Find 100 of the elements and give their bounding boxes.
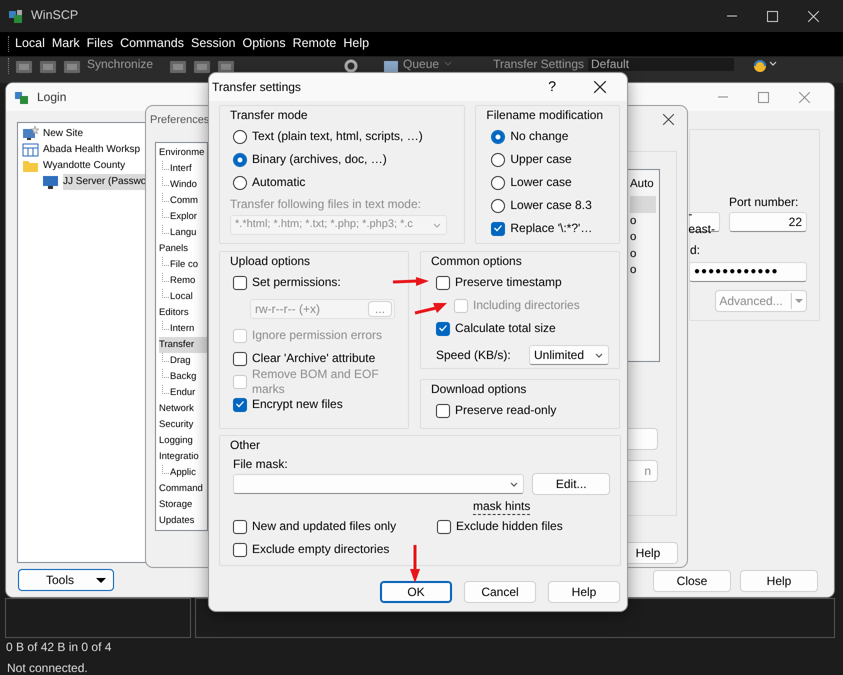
check-icon (494, 225, 502, 232)
group-title: Common options (431, 253, 522, 270)
tree-item[interactable]: Local (170, 289, 193, 305)
window-title: Preferences (150, 114, 210, 128)
tree-item[interactable]: Backg (170, 369, 196, 385)
checkbox[interactable] (233, 520, 247, 534)
tree-item[interactable]: Interf (170, 161, 192, 177)
status-text: 0 B of 42 B in 0 of 4 (6, 640, 112, 655)
tree-line-icon (162, 273, 169, 282)
menu-item[interactable]: Session (191, 36, 236, 52)
tree-item[interactable]: Security (159, 417, 207, 433)
radio-label: Upper case (510, 152, 572, 167)
tree-item[interactable]: Endur (170, 385, 196, 401)
tree-item[interactable]: Langu (170, 225, 196, 241)
file-mask-dropdown[interactable] (233, 474, 524, 494)
checkbox[interactable] (491, 222, 506, 236)
help-button[interactable]: ? (548, 78, 556, 96)
tree-line-icon (162, 193, 169, 202)
checkbox[interactable] (436, 404, 450, 418)
tree-item[interactable]: Intern (170, 321, 194, 337)
tree-item[interactable]: Applic (170, 465, 196, 481)
dialog-button[interactable]: Help (548, 581, 620, 603)
checkbox[interactable] (436, 322, 450, 336)
host-field[interactable]: -east- (689, 212, 720, 232)
caret-icon (790, 293, 803, 309)
tree-item[interactable]: Remo (170, 273, 196, 289)
list-row[interactable]: o (630, 229, 656, 246)
tree-item[interactable]: Editors (159, 305, 207, 321)
tree-item[interactable]: Explor (170, 209, 197, 225)
close-icon[interactable] (663, 114, 674, 125)
checkbox[interactable] (233, 352, 247, 366)
check-icon (236, 401, 244, 408)
tree-item[interactable]: Integratio (159, 449, 207, 465)
preset-dropdown[interactable]: Default (588, 58, 734, 71)
tree-item[interactable]: Updates (159, 513, 207, 529)
dialog-button[interactable]: Help (740, 570, 818, 592)
checkbox-label: Exclude hidden files (456, 519, 563, 534)
tree-item[interactable]: Environme (159, 145, 207, 161)
password-field[interactable]: ●●●●●●●●●●●● (689, 262, 807, 282)
tree-item[interactable]: Network (159, 401, 207, 417)
checkbox[interactable] (436, 276, 450, 290)
tree-item[interactable]: Logging (159, 433, 207, 449)
menu-item[interactable]: Remote (292, 36, 336, 52)
tree-item[interactable]: Wyandotte County (43, 158, 126, 174)
radio-button[interactable] (491, 152, 506, 166)
radio-button[interactable] (491, 176, 506, 190)
checkbox[interactable] (233, 398, 247, 412)
mask-hints-link[interactable]: mask hints (473, 499, 530, 515)
port-field[interactable]: 22 (729, 212, 807, 232)
group-title: Upload options (230, 253, 310, 270)
close-icon[interactable] (594, 81, 606, 93)
checkbox[interactable] (233, 276, 247, 290)
dialog-button[interactable]: Close (653, 570, 731, 592)
tree-item[interactable]: Comm (170, 193, 198, 209)
radio-button[interactable] (233, 176, 247, 190)
checkbox-label: Calculate total size (455, 321, 556, 336)
menu-item[interactable]: Local (15, 36, 45, 52)
radio-button[interactable] (233, 130, 247, 144)
list-row[interactable]: o (630, 262, 656, 278)
tree-item[interactable]: New Site (43, 126, 84, 142)
tools-button[interactable]: Tools (18, 569, 114, 591)
checkbox[interactable] (233, 542, 247, 556)
maximize-icon[interactable] (767, 10, 778, 22)
tree-item[interactable]: Command (159, 481, 207, 497)
group-title: Download options (431, 381, 526, 398)
window-title: Transfer settings (212, 80, 301, 94)
tree-item[interactable]: Panels (159, 241, 207, 257)
tree-item[interactable]: File co (170, 257, 198, 273)
tree-item[interactable]: JJ Server (Passwo (63, 174, 146, 190)
list-row[interactable]: o (630, 212, 656, 229)
tree-item[interactable]: Transfer (159, 337, 207, 353)
refresh-icon[interactable] (752, 58, 768, 74)
gear-icon[interactable] (343, 58, 360, 74)
dialog-button[interactable]: OK (380, 581, 452, 603)
menu-item[interactable]: Commands (120, 36, 184, 52)
tree-item[interactable]: Drag (170, 353, 191, 369)
tree-item[interactable]: Storage (159, 497, 207, 513)
toolbar-button[interactable]: Queue (403, 58, 440, 71)
toolbar-label: Transfer Settings (493, 58, 584, 71)
speed-dropdown[interactable]: Unlimited (529, 345, 609, 365)
radio-button[interactable] (491, 130, 506, 144)
list-row[interactable]: Auto (630, 176, 656, 196)
menu-item[interactable]: Files (86, 36, 114, 52)
menu-item[interactable]: Options (242, 36, 286, 52)
toolbar-button[interactable]: Synchronize (87, 58, 154, 71)
queue-icon[interactable] (383, 58, 400, 74)
tree-line-icon (162, 177, 169, 186)
tree-item[interactable]: Windo (170, 177, 197, 193)
menu-item[interactable]: Help (343, 36, 370, 52)
window-title: Login (37, 90, 66, 104)
checkbox[interactable] (437, 520, 451, 534)
menu-item[interactable]: Mark (52, 36, 80, 52)
dialog-button[interactable]: Cancel (464, 581, 536, 603)
field-label: File mask: (232, 456, 289, 473)
tree-item[interactable]: Abada Health Worksp (43, 142, 140, 158)
list-row[interactable]: o (630, 246, 656, 262)
radio-button[interactable] (491, 198, 506, 212)
radio-button[interactable] (233, 152, 247, 166)
edit-button[interactable]: Edit... (532, 473, 610, 495)
checkbox-label: Replace '\:*?'… (510, 221, 592, 236)
